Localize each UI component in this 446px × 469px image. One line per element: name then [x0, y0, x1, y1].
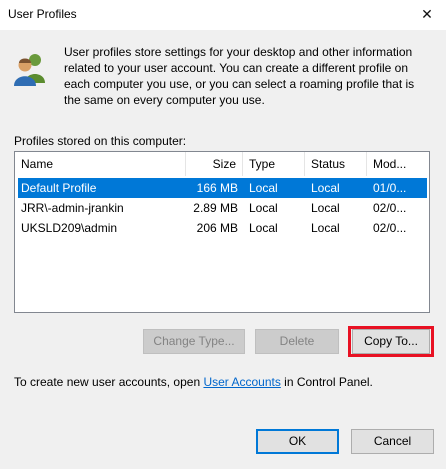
- change-type-button[interactable]: Change Type...: [143, 329, 245, 354]
- description-text: User profiles store settings for your de…: [64, 45, 415, 107]
- delete-button[interactable]: Delete: [255, 329, 339, 354]
- table-row[interactable]: Default Profile 166 MB Local Local 01/0.…: [18, 178, 427, 198]
- profiles-label: Profiles stored on this computer:: [14, 134, 187, 148]
- cell-type: Local: [249, 201, 278, 215]
- column-header-status[interactable]: Status: [305, 152, 367, 176]
- cell-modified: 01/0...: [373, 181, 407, 195]
- users-icon: [14, 54, 45, 86]
- column-header-type[interactable]: Type: [243, 152, 305, 176]
- ok-button[interactable]: OK: [256, 429, 339, 454]
- table-row[interactable]: UKSLD209\admin 206 MB Local Local 02/0..…: [18, 218, 427, 238]
- title-bar: User Profiles ✕: [0, 0, 446, 30]
- cell-modified: 02/0...: [373, 201, 407, 215]
- profiles-listview[interactable]: Name Size Type Status Mod... Default Pro…: [14, 151, 430, 313]
- table-header: Name Size Type Status Mod...: [15, 152, 429, 176]
- cell-name: Default Profile: [21, 181, 97, 195]
- cell-status: Local: [311, 181, 340, 195]
- window-title: User Profiles: [8, 7, 77, 21]
- cell-size: 206 MB: [196, 221, 238, 235]
- copy-to-button[interactable]: Copy To...: [352, 329, 430, 354]
- cell-modified: 02/0...: [373, 221, 407, 235]
- column-header-size[interactable]: Size: [186, 152, 243, 176]
- cell-status: Local: [311, 201, 340, 215]
- user-accounts-link[interactable]: User Accounts: [203, 375, 280, 389]
- cell-size: 2.89 MB: [193, 201, 238, 215]
- close-icon[interactable]: ✕: [417, 4, 437, 24]
- cell-type: Local: [249, 221, 278, 235]
- cell-name: JRR\-admin-jrankin: [21, 201, 124, 215]
- cell-size: 166 MB: [196, 181, 238, 195]
- column-header-modified[interactable]: Mod...: [367, 152, 429, 176]
- cell-type: Local: [249, 181, 278, 195]
- cell-status: Local: [311, 221, 340, 235]
- column-header-name[interactable]: Name: [15, 152, 186, 176]
- cell-name: UKSLD209\admin: [21, 221, 118, 235]
- table-row[interactable]: JRR\-admin-jrankin 2.89 MB Local Local 0…: [18, 198, 427, 218]
- footer-suffix: in Control Panel.: [280, 375, 373, 389]
- footer-prefix: To create new user accounts, open: [14, 375, 204, 389]
- footer-text: To create new user accounts, open User A…: [14, 375, 373, 389]
- cancel-button[interactable]: Cancel: [351, 429, 434, 454]
